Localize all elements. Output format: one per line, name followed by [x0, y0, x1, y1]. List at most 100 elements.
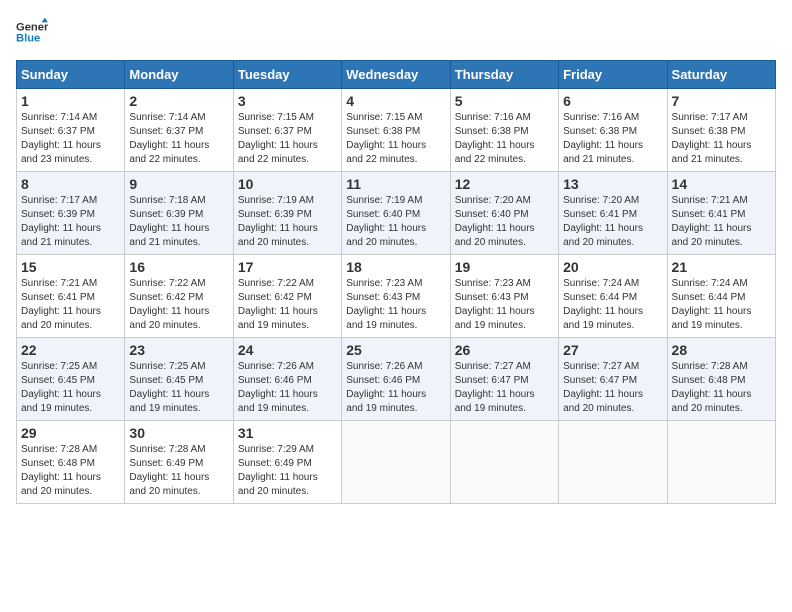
calendar-cell: 26 Sunrise: 7:27 AM Sunset: 6:47 PM Dayli…	[450, 338, 558, 421]
day-number: 9	[129, 176, 228, 192]
calendar-cell: 31 Sunrise: 7:29 AM Sunset: 6:49 PM Dayli…	[233, 421, 341, 504]
calendar-cell	[559, 421, 667, 504]
dow-header-tuesday: Tuesday	[233, 61, 341, 89]
calendar-table: SundayMondayTuesdayWednesdayThursdayFrid…	[16, 60, 776, 504]
day-number: 21	[672, 259, 771, 275]
day-number: 31	[238, 425, 337, 441]
day-info: Sunrise: 7:15 AM Sunset: 6:38 PM Dayligh…	[346, 111, 445, 167]
logo-icon: General Blue	[16, 16, 48, 48]
day-info: Sunrise: 7:20 AM Sunset: 6:40 PM Dayligh…	[455, 194, 554, 250]
day-info: Sunrise: 7:27 AM Sunset: 6:47 PM Dayligh…	[455, 360, 554, 416]
day-number: 4	[346, 93, 445, 109]
day-number: 23	[129, 342, 228, 358]
calendar-cell: 19 Sunrise: 7:23 AM Sunset: 6:43 PM Dayli…	[450, 255, 558, 338]
day-info: Sunrise: 7:25 AM Sunset: 6:45 PM Dayligh…	[129, 360, 228, 416]
calendar-cell: 4 Sunrise: 7:15 AM Sunset: 6:38 PM Daylig…	[342, 89, 450, 172]
calendar-cell	[450, 421, 558, 504]
calendar-cell: 5 Sunrise: 7:16 AM Sunset: 6:38 PM Daylig…	[450, 89, 558, 172]
day-number: 8	[21, 176, 120, 192]
calendar-cell: 27Sunrise: 7:27 AM Sunset: 6:47 PM Dayli…	[559, 338, 667, 421]
day-number: 29	[21, 425, 120, 441]
logo: General Blue	[16, 16, 48, 48]
days-of-week-row: SundayMondayTuesdayWednesdayThursdayFrid…	[17, 61, 776, 89]
day-number: 26	[455, 342, 554, 358]
calendar-cell: 22Sunrise: 7:25 AM Sunset: 6:45 PM Dayli…	[17, 338, 125, 421]
day-info: Sunrise: 7:16 AM Sunset: 6:38 PM Dayligh…	[563, 111, 662, 167]
day-info: Sunrise: 7:15 AM Sunset: 6:37 PM Dayligh…	[238, 111, 337, 167]
calendar-cell: 20 Sunrise: 7:24 AM Sunset: 6:44 PM Dayli…	[559, 255, 667, 338]
calendar-cell: 11 Sunrise: 7:19 AM Sunset: 6:40 PM Dayli…	[342, 172, 450, 255]
day-info: Sunrise: 7:25 AM Sunset: 6:45 PM Dayligh…	[21, 360, 120, 416]
day-info: Sunrise: 7:28 AM Sunset: 6:48 PM Dayligh…	[672, 360, 771, 416]
day-number: 2	[129, 93, 228, 109]
calendar-cell	[667, 421, 775, 504]
calendar-cell: 1Sunrise: 7:14 AM Sunset: 6:37 PM Daylig…	[17, 89, 125, 172]
calendar-cell: 18Sunrise: 7:23 AM Sunset: 6:43 PM Dayli…	[342, 255, 450, 338]
day-number: 30	[129, 425, 228, 441]
day-number: 17	[238, 259, 337, 275]
day-info: Sunrise: 7:17 AM Sunset: 6:39 PM Dayligh…	[21, 194, 120, 250]
calendar-cell: 13Sunrise: 7:20 AM Sunset: 6:41 PM Dayli…	[559, 172, 667, 255]
day-info: Sunrise: 7:26 AM Sunset: 6:46 PM Dayligh…	[238, 360, 337, 416]
dow-header-monday: Monday	[125, 61, 233, 89]
day-number: 5	[455, 93, 554, 109]
calendar-cell: 29 Sunrise: 7:28 AM Sunset: 6:48 PM Dayli…	[17, 421, 125, 504]
day-info: Sunrise: 7:28 AM Sunset: 6:48 PM Dayligh…	[21, 443, 120, 499]
calendar-cell	[342, 421, 450, 504]
day-number: 1	[21, 93, 120, 109]
day-number: 19	[455, 259, 554, 275]
calendar-cell: 17 Sunrise: 7:22 AM Sunset: 6:42 PM Dayli…	[233, 255, 341, 338]
day-info: Sunrise: 7:16 AM Sunset: 6:38 PM Dayligh…	[455, 111, 554, 167]
day-info: Sunrise: 7:22 AM Sunset: 6:42 PM Dayligh…	[238, 277, 337, 333]
day-number: 10	[238, 176, 337, 192]
day-info: Sunrise: 7:19 AM Sunset: 6:40 PM Dayligh…	[346, 194, 445, 250]
calendar-cell: 6 Sunrise: 7:16 AM Sunset: 6:38 PM Daylig…	[559, 89, 667, 172]
calendar-cell: 3Sunrise: 7:15 AM Sunset: 6:37 PM Daylig…	[233, 89, 341, 172]
day-info: Sunrise: 7:21 AM Sunset: 6:41 PM Dayligh…	[672, 194, 771, 250]
day-number: 24	[238, 342, 337, 358]
page-header: General Blue	[16, 16, 776, 48]
day-info: Sunrise: 7:23 AM Sunset: 6:43 PM Dayligh…	[346, 277, 445, 333]
week-row-3: 15Sunrise: 7:21 AM Sunset: 6:41 PM Dayli…	[17, 255, 776, 338]
calendar-cell: 9 Sunrise: 7:18 AM Sunset: 6:39 PM Daylig…	[125, 172, 233, 255]
week-row-4: 22Sunrise: 7:25 AM Sunset: 6:45 PM Dayli…	[17, 338, 776, 421]
dow-header-thursday: Thursday	[450, 61, 558, 89]
calendar-cell: 25Sunrise: 7:26 AM Sunset: 6:46 PM Dayli…	[342, 338, 450, 421]
dow-header-sunday: Sunday	[17, 61, 125, 89]
week-row-5: 29 Sunrise: 7:28 AM Sunset: 6:48 PM Dayli…	[17, 421, 776, 504]
svg-text:Blue: Blue	[16, 33, 40, 45]
calendar-cell: 23 Sunrise: 7:25 AM Sunset: 6:45 PM Dayli…	[125, 338, 233, 421]
day-info: Sunrise: 7:14 AM Sunset: 6:37 PM Dayligh…	[129, 111, 228, 167]
calendar-cell: 30 Sunrise: 7:28 AM Sunset: 6:49 PM Dayli…	[125, 421, 233, 504]
calendar-cell: 24 Sunrise: 7:26 AM Sunset: 6:46 PM Dayli…	[233, 338, 341, 421]
dow-header-wednesday: Wednesday	[342, 61, 450, 89]
day-info: Sunrise: 7:19 AM Sunset: 6:39 PM Dayligh…	[238, 194, 337, 250]
calendar-cell: 15Sunrise: 7:21 AM Sunset: 6:41 PM Dayli…	[17, 255, 125, 338]
day-info: Sunrise: 7:20 AM Sunset: 6:41 PM Dayligh…	[563, 194, 662, 250]
day-number: 28	[672, 342, 771, 358]
day-info: Sunrise: 7:23 AM Sunset: 6:43 PM Dayligh…	[455, 277, 554, 333]
day-info: Sunrise: 7:27 AM Sunset: 6:47 PM Dayligh…	[563, 360, 662, 416]
day-info: Sunrise: 7:21 AM Sunset: 6:41 PM Dayligh…	[21, 277, 120, 333]
calendar-cell: 8 Sunrise: 7:17 AM Sunset: 6:39 PM Daylig…	[17, 172, 125, 255]
calendar-cell: 28 Sunrise: 7:28 AM Sunset: 6:48 PM Dayli…	[667, 338, 775, 421]
calendar-cell: 14Sunrise: 7:21 AM Sunset: 6:41 PM Dayli…	[667, 172, 775, 255]
week-row-2: 8 Sunrise: 7:17 AM Sunset: 6:39 PM Daylig…	[17, 172, 776, 255]
day-info: Sunrise: 7:22 AM Sunset: 6:42 PM Dayligh…	[129, 277, 228, 333]
day-info: Sunrise: 7:24 AM Sunset: 6:44 PM Dayligh…	[563, 277, 662, 333]
day-number: 20	[563, 259, 662, 275]
day-number: 11	[346, 176, 445, 192]
calendar-cell: 21 Sunrise: 7:24 AM Sunset: 6:44 PM Dayli…	[667, 255, 775, 338]
day-info: Sunrise: 7:24 AM Sunset: 6:44 PM Dayligh…	[672, 277, 771, 333]
calendar-cell: 10 Sunrise: 7:19 AM Sunset: 6:39 PM Dayli…	[233, 172, 341, 255]
calendar-cell: 16Sunrise: 7:22 AM Sunset: 6:42 PM Dayli…	[125, 255, 233, 338]
day-info: Sunrise: 7:28 AM Sunset: 6:49 PM Dayligh…	[129, 443, 228, 499]
calendar-body: 1 Sunrise: 7:14 AM Sunset: 6:37 PM Daylig…	[17, 89, 776, 504]
day-number: 6	[563, 93, 662, 109]
calendar-cell: 7Sunrise: 7:17 AM Sunset: 6:38 PM Daylig…	[667, 89, 775, 172]
day-info: Sunrise: 7:18 AM Sunset: 6:39 PM Dayligh…	[129, 194, 228, 250]
calendar-cell: 12Sunrise: 7:20 AM Sunset: 6:40 PM Dayli…	[450, 172, 558, 255]
svg-text:General: General	[16, 21, 48, 33]
dow-header-saturday: Saturday	[667, 61, 775, 89]
day-info: Sunrise: 7:29 AM Sunset: 6:49 PM Dayligh…	[238, 443, 337, 499]
